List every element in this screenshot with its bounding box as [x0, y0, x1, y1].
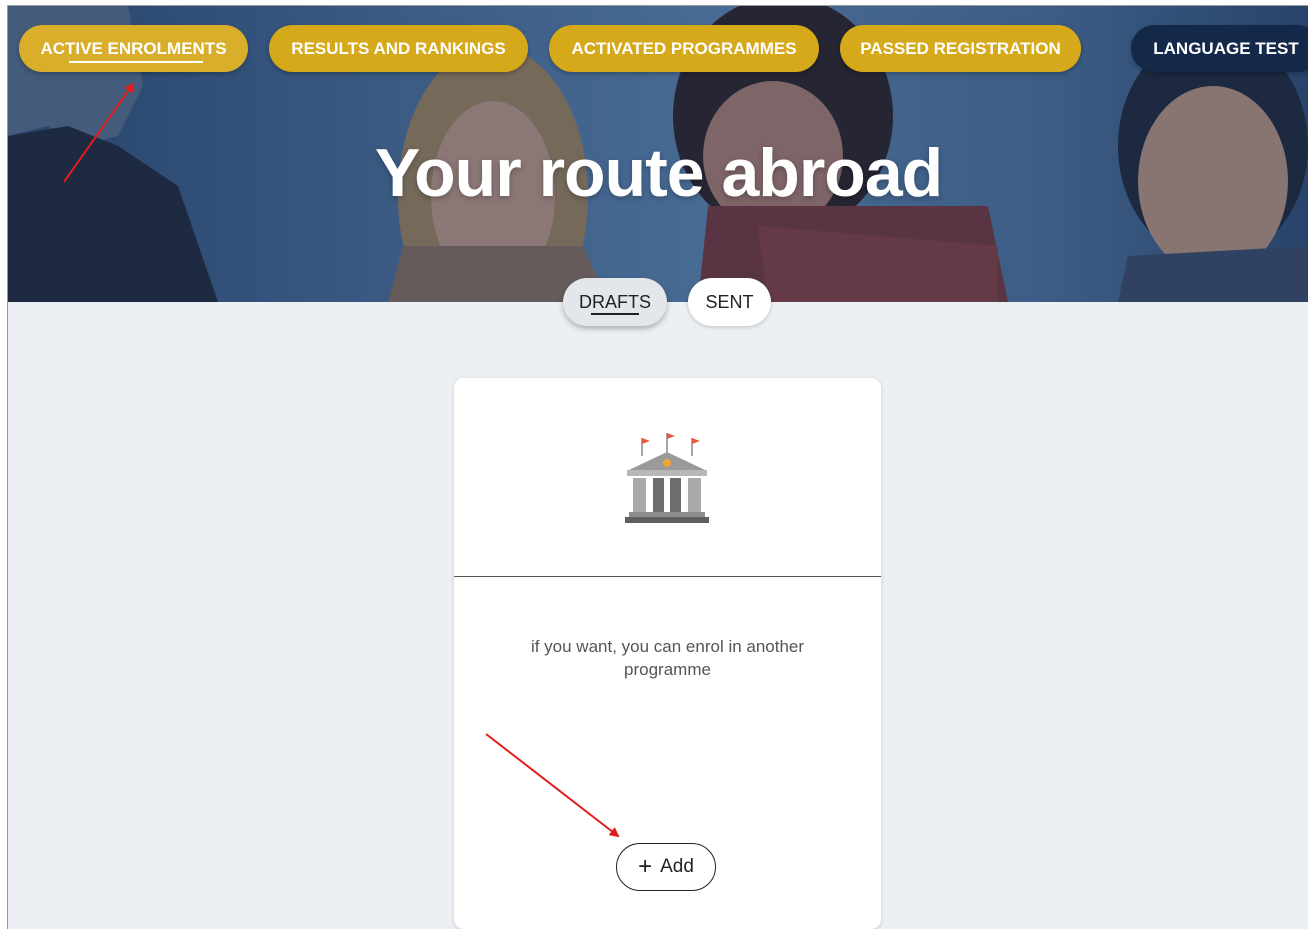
- nav-label: PASSED REGISTRATION: [860, 38, 1061, 58]
- enrolment-card: if you want, you can enrol in another pr…: [454, 378, 881, 929]
- add-button[interactable]: + Add: [616, 843, 716, 891]
- page-frame: Your route abroad ACTIVE ENROLMENTS RESU…: [7, 5, 1308, 929]
- nav-language-test[interactable]: LANGUAGE TEST: [1131, 25, 1308, 72]
- plus-icon: +: [638, 853, 653, 880]
- card-divider: [454, 576, 881, 577]
- add-label: Add: [660, 856, 694, 877]
- nav-active-enrolments[interactable]: ACTIVE ENROLMENTS: [19, 25, 248, 72]
- nav-label: RESULTS AND RANKINGS: [291, 38, 506, 58]
- active-nav-underline: [69, 61, 203, 63]
- nav-activated-programmes[interactable]: ACTIVATED PROGRAMMES: [549, 25, 819, 72]
- nav-label: ACTIVATED PROGRAMMES: [571, 38, 797, 58]
- enrol-message: if you want, you can enrol in another pr…: [530, 637, 805, 679]
- university-building-icon: [625, 433, 709, 523]
- tab-drafts[interactable]: DRAFTS: [563, 278, 667, 326]
- tab-sent[interactable]: SENT: [688, 278, 771, 326]
- active-tab-underline: [591, 313, 639, 315]
- tab-label: DRAFTS: [579, 291, 651, 312]
- hero-banner: Your route abroad ACTIVE ENROLMENTS RESU…: [8, 6, 1308, 302]
- nav-label: ACTIVE ENROLMENTS: [40, 38, 227, 58]
- nav-results-and-rankings[interactable]: RESULTS AND RANKINGS: [269, 25, 528, 72]
- nav-label: LANGUAGE TEST: [1153, 38, 1299, 58]
- nav-passed-registration[interactable]: PASSED REGISTRATION: [840, 25, 1081, 72]
- tab-label: SENT: [705, 291, 754, 312]
- page-title: Your route abroad: [374, 135, 943, 211]
